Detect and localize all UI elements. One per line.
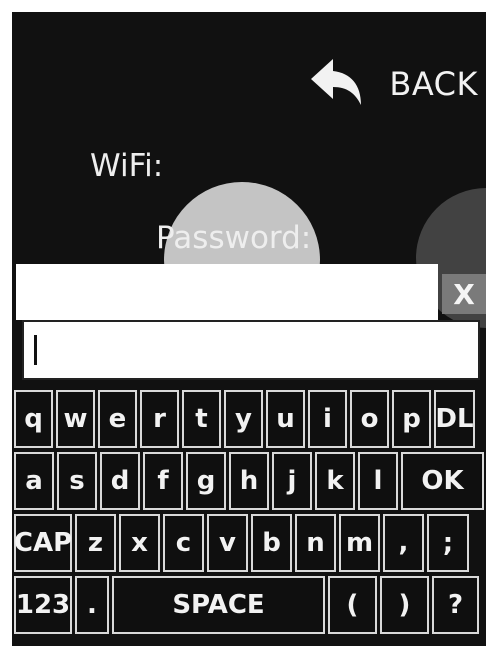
password-input[interactable] (22, 320, 480, 380)
back-label: BACK (389, 65, 478, 103)
key-o[interactable]: o (350, 390, 389, 448)
key-open-paren[interactable]: ( (328, 576, 377, 634)
clear-button[interactable]: X (442, 274, 486, 314)
key-z[interactable]: z (75, 514, 116, 572)
reply-arrow-icon (309, 57, 365, 111)
keyboard-row-1: q w e r t y u i o p DL (14, 390, 475, 448)
key-e[interactable]: e (98, 390, 137, 448)
key-question[interactable]: ? (432, 576, 479, 634)
text-cursor (34, 335, 37, 365)
wifi-label: WiFi: (90, 148, 164, 184)
key-x[interactable]: x (119, 514, 160, 572)
key-t[interactable]: t (182, 390, 221, 448)
key-c[interactable]: c (163, 514, 204, 572)
wifi-setup-screen: BACK WiFi: Password: X q w e r t y u i o… (12, 12, 486, 646)
caps-key[interactable]: CAP (14, 514, 72, 572)
key-semicolon[interactable]: ; (427, 514, 469, 572)
key-v[interactable]: v (207, 514, 248, 572)
key-q[interactable]: q (14, 390, 53, 448)
wifi-name-field[interactable] (16, 264, 438, 320)
keyboard-row-3: CAP z x c v b n m , ; (14, 514, 469, 572)
key-n[interactable]: n (295, 514, 336, 572)
key-close-paren[interactable]: ) (380, 576, 429, 634)
password-label: Password: (156, 220, 312, 256)
key-h[interactable]: h (229, 452, 269, 510)
numbers-key[interactable]: 123 (14, 576, 72, 634)
key-period[interactable]: . (75, 576, 109, 634)
key-m[interactable]: m (339, 514, 380, 572)
key-d[interactable]: d (100, 452, 140, 510)
key-p[interactable]: p (392, 390, 431, 448)
keyboard-row-2: a s d f g h j k l OK (14, 452, 484, 510)
key-a[interactable]: a (14, 452, 54, 510)
key-i[interactable]: i (308, 390, 347, 448)
keyboard-row-4: 123 . SPACE ( ) ? (14, 576, 479, 634)
back-button[interactable]: BACK (309, 52, 478, 116)
key-s[interactable]: s (57, 452, 97, 510)
key-comma[interactable]: , (383, 514, 424, 572)
key-b[interactable]: b (251, 514, 292, 572)
key-r[interactable]: r (140, 390, 179, 448)
key-y[interactable]: y (224, 390, 263, 448)
key-u[interactable]: u (266, 390, 305, 448)
ok-key[interactable]: OK (401, 452, 484, 510)
delete-key[interactable]: DL (434, 390, 475, 448)
key-k[interactable]: k (315, 452, 355, 510)
key-g[interactable]: g (186, 452, 226, 510)
key-f[interactable]: f (143, 452, 183, 510)
space-key[interactable]: SPACE (112, 576, 325, 634)
key-w[interactable]: w (56, 390, 95, 448)
key-l[interactable]: l (358, 452, 398, 510)
on-screen-keyboard: q w e r t y u i o p DL a s d f g h j k l… (12, 384, 486, 646)
key-j[interactable]: j (272, 452, 312, 510)
